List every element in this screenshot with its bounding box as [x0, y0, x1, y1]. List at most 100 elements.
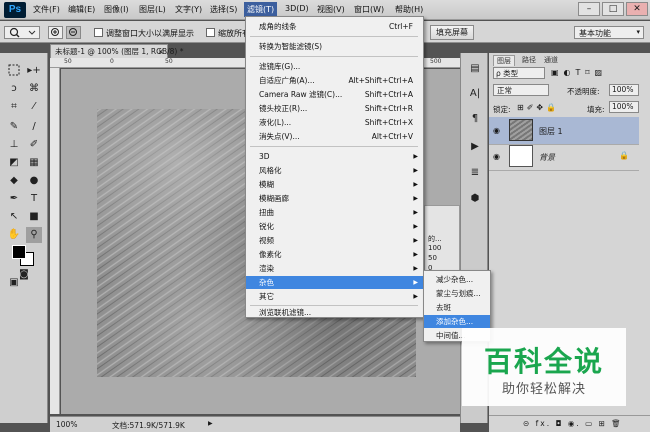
menu-item-render[interactable]: 渲染 ▶ [246, 262, 423, 275]
visibility-eye-icon[interactable]: ◉ [493, 126, 500, 135]
eyedropper-tool-icon[interactable]: ⁄ [26, 99, 42, 115]
dodge-tool-icon[interactable]: ● [26, 173, 42, 189]
menu-divider [250, 56, 418, 57]
minimize-button[interactable]: – [578, 2, 600, 16]
menu-item-camera-raw[interactable]: Camera Raw 滤镜(C)... Shift+Ctrl+A [246, 88, 423, 101]
visibility-eye-icon[interactable]: ◉ [493, 152, 500, 161]
pen-tool-icon[interactable]: ✒ [6, 191, 22, 207]
submenu-arrow-icon: ▶ [413, 251, 418, 258]
blur-tool-icon[interactable]: ◆ [6, 173, 22, 189]
menu-image[interactable]: 图像(I) [104, 4, 129, 15]
character-panel-icon[interactable]: A| [467, 86, 483, 102]
zoom-tool-icon[interactable]: ⚲ [26, 227, 42, 243]
menu-item-other[interactable]: 其它 ▶ [246, 290, 423, 303]
menu-item-adaptive-wide-angle[interactable]: 自适应广角(A)... Alt+Shift+Ctrl+A [246, 74, 423, 87]
hand-tool-icon[interactable]: ✋ [6, 227, 22, 243]
close-tab-icon[interactable]: × [158, 45, 164, 58]
healing-brush-tool-icon[interactable]: ✎ [6, 119, 22, 135]
menu-type[interactable]: 文字(Y) [175, 4, 202, 15]
submenu-item-reduce-noise[interactable]: 减少杂色... [424, 273, 490, 286]
menu-item-lens-correction[interactable]: 镜头校正(R)... Shift+Ctrl+R [246, 102, 423, 115]
menu-divider [250, 146, 418, 147]
history-panel-icon[interactable]: ▤ [467, 61, 483, 77]
close-button[interactable]: ✕ [626, 2, 648, 16]
menu-item-stylize[interactable]: 风格化 ▶ [246, 164, 423, 177]
fill-screen-button[interactable]: 填充屏幕 [430, 25, 474, 40]
move-tool-icon[interactable]: ▸+ [26, 63, 42, 79]
arrow-right-icon[interactable]: ▶ [208, 420, 213, 427]
menu-item-smart-filter[interactable]: 转换为智能滤镜(S) [246, 40, 423, 53]
path-selection-tool-icon[interactable]: ↖ [6, 209, 22, 225]
blend-mode-select[interactable]: 正常 [493, 84, 549, 96]
menu-item-blur[interactable]: 模糊 ▶ [246, 178, 423, 191]
zoom-level[interactable]: 100% [56, 420, 77, 429]
menu-item-3d[interactable]: 3D ▶ [246, 150, 423, 163]
tab-channels[interactable]: 通道 [541, 55, 561, 66]
3d-panel-icon[interactable]: ⬢ [467, 191, 483, 207]
watermark-title: 百科全说 [483, 345, 604, 378]
menu-window[interactable]: 窗口(W) [354, 4, 384, 15]
tool-presets-icon[interactable]: ≣ [467, 165, 483, 181]
layer-row[interactable]: ◉ 背景 🔒 [489, 143, 639, 171]
menu-item-distort[interactable]: 扭曲 ▶ [246, 206, 423, 219]
menu-select[interactable]: 选择(S) [210, 4, 237, 15]
quick-selection-tool-icon[interactable]: ⌘ [26, 81, 42, 97]
foreground-color-swatch[interactable] [12, 245, 26, 259]
clone-stamp-tool-icon[interactable]: ⊥ [6, 137, 22, 153]
submenu-item-dust-scratches[interactable]: 蒙尘与划痕... [424, 287, 490, 300]
brush-tool-icon[interactable]: / [26, 119, 42, 135]
layers-footer-icons[interactable]: ⊝ fx. ◘ ◉. ▭ ⊞ 🗑 [523, 419, 623, 428]
zoom-all-checkbox[interactable] [206, 28, 215, 37]
menu-item-liquify[interactable]: 液化(L)... Shift+Ctrl+X [246, 116, 423, 129]
menu-item-sharpen[interactable]: 锐化 ▶ [246, 220, 423, 233]
layer-kind-filter[interactable]: ρ 类型 [493, 67, 545, 79]
opacity-input[interactable]: 100% [609, 84, 639, 96]
workspace-switcher[interactable]: 基本功能 ▾ [574, 26, 644, 39]
menu-layer[interactable]: 图层(L) [139, 4, 166, 15]
zoom-in-button[interactable] [48, 26, 63, 39]
fill-input[interactable]: 100% [609, 101, 639, 113]
type-tool-icon[interactable]: T [26, 191, 42, 207]
paragraph-panel-icon[interactable]: ¶ [467, 111, 483, 127]
menu-help[interactable]: 帮助(H) [395, 4, 423, 15]
history-brush-tool-icon[interactable]: ✐ [26, 137, 42, 153]
menu-item-last-filter[interactable]: 成角的线条 Ctrl+F [246, 20, 423, 33]
submenu-arrow-icon: ▶ [413, 153, 418, 160]
crop-tool-icon[interactable]: ⌗ [6, 99, 22, 115]
tab-layers[interactable]: 图层 [493, 55, 515, 66]
menu-file[interactable]: 文件(F) [33, 4, 60, 15]
lasso-tool-icon[interactable]: ↄ [6, 81, 22, 97]
menu-edit[interactable]: 编辑(E) [68, 4, 95, 15]
actions-panel-icon[interactable]: ▶ [467, 139, 483, 155]
screen-mode-icon[interactable]: ▣ [6, 275, 22, 291]
menu-item-browse-online[interactable]: 浏览联机滤镜... [246, 306, 423, 319]
layer-filter-icons[interactable]: ▣◐T⌑▨ [551, 68, 607, 77]
marquee-tool-icon[interactable] [6, 63, 22, 79]
document-tab[interactable]: 未标题-1 @ 100% (图层 1, RGB/8) * × [50, 44, 183, 58]
layer-thumbnail [509, 145, 533, 167]
submenu-item-despeckle[interactable]: 去斑 [424, 301, 490, 314]
submenu-item-add-noise[interactable]: 添加杂色... [424, 315, 490, 328]
menu-item-pixelate[interactable]: 像素化 ▶ [246, 248, 423, 261]
menu-item-filter-gallery[interactable]: 滤镜库(G)... [246, 60, 423, 73]
eraser-tool-icon[interactable]: ◩ [6, 155, 22, 171]
resize-windows-checkbox[interactable] [94, 28, 103, 37]
menu-item-vanishing-point[interactable]: 消失点(V)... Alt+Ctrl+V [246, 130, 423, 143]
menu-item-noise[interactable]: 杂色 ▶ [246, 276, 423, 289]
tool-preset-picker[interactable] [4, 26, 40, 39]
zoom-out-button[interactable] [66, 26, 81, 39]
menu-item-video[interactable]: 视频 ▶ [246, 234, 423, 247]
menu-view[interactable]: 视图(V) [317, 4, 345, 15]
gradient-tool-icon[interactable]: ▦ [26, 155, 42, 171]
menu-filter[interactable]: 滤镜(T) [244, 2, 278, 17]
tab-paths[interactable]: 路径 [519, 55, 539, 66]
menu-item-blur-gallery[interactable]: 模糊画廊 ▶ [246, 192, 423, 205]
lock-icons[interactable]: ⊞✐✥🔒 [517, 103, 559, 112]
shape-tool-icon[interactable]: ■ [26, 209, 42, 225]
menu-3d[interactable]: 3D(D) [285, 4, 309, 13]
menu-divider [250, 36, 418, 37]
layer-row-selected[interactable]: ◉ 图层 1 [489, 117, 639, 145]
submenu-arrow-icon: ▶ [413, 279, 418, 286]
opacity-label: 不透明度: [567, 87, 600, 96]
maximize-button[interactable]: □ [602, 2, 624, 16]
